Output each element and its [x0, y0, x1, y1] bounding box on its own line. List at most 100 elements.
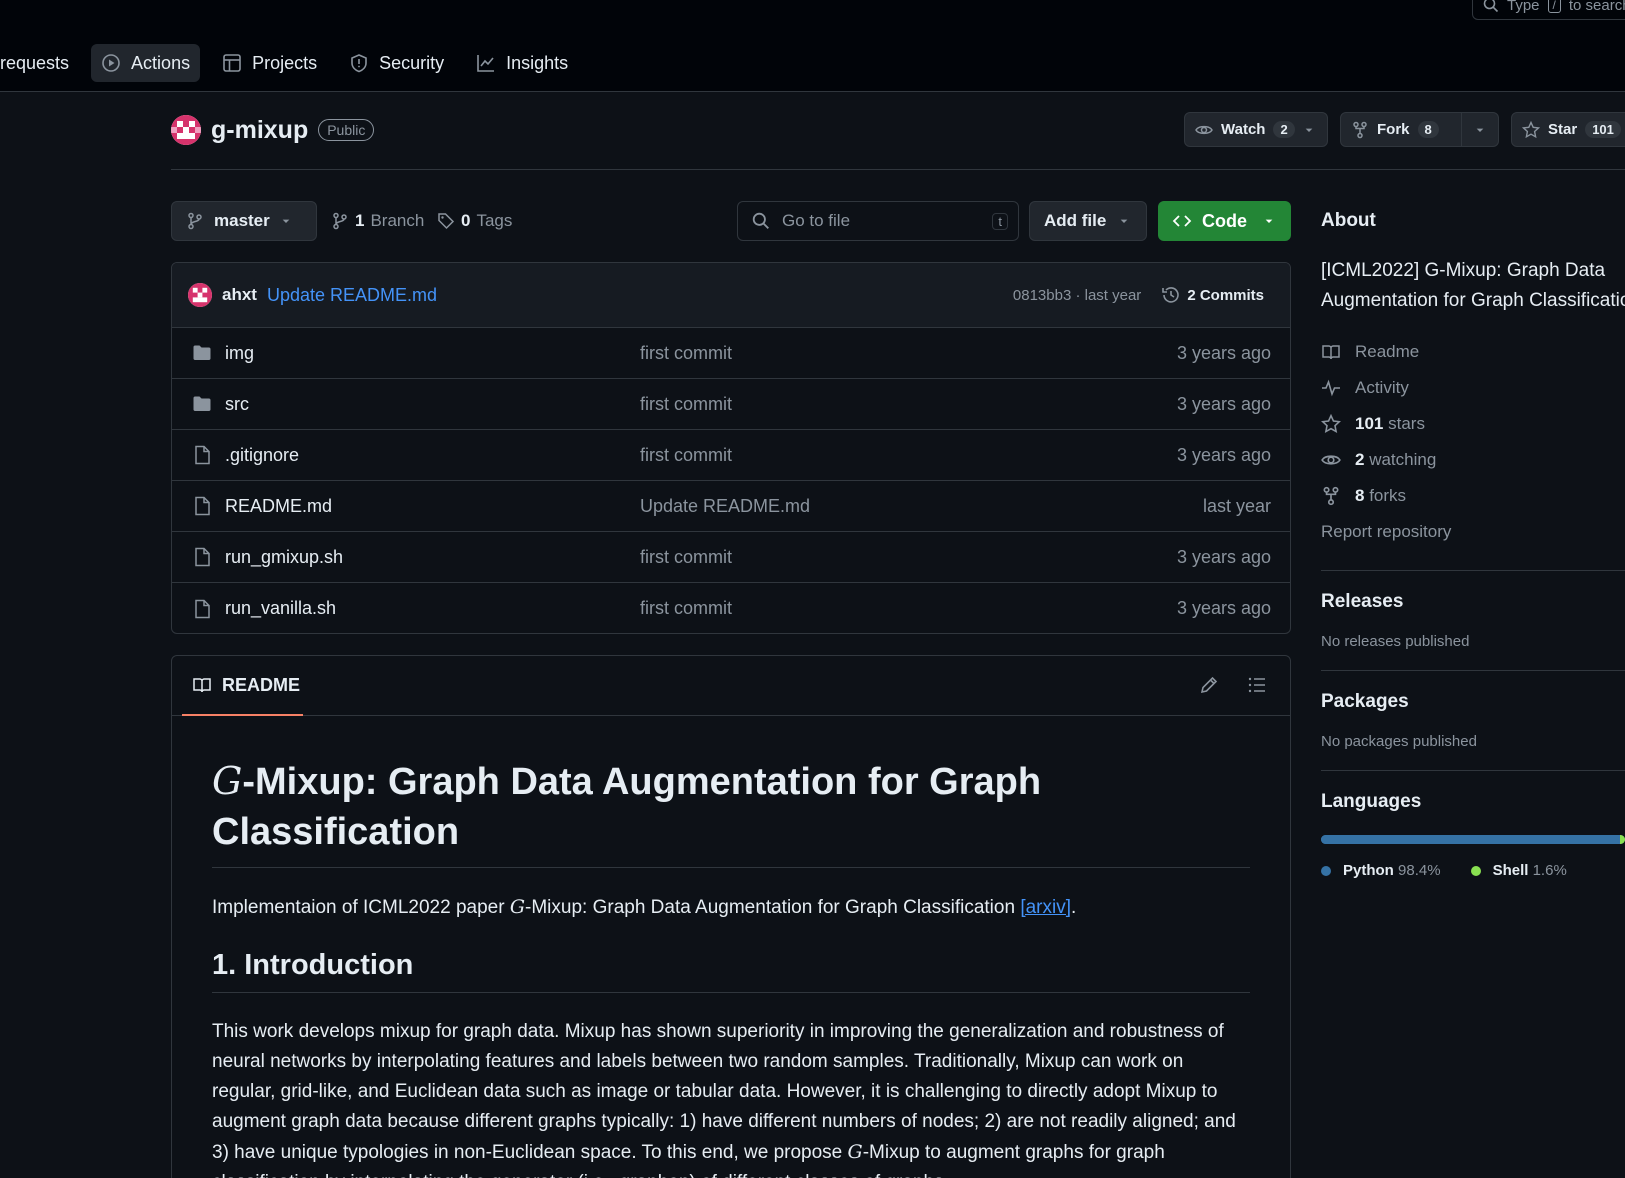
tab-actions[interactable]: Actions — [91, 44, 201, 82]
commit-author[interactable]: ahxt — [222, 285, 257, 305]
branch-icon — [188, 212, 202, 230]
play-icon — [102, 54, 120, 72]
about-links: Readme Activity 101 stars 2 watching 8 f… — [1321, 334, 1625, 550]
stars-count: 101 — [1355, 414, 1384, 433]
branches-label: Branch — [370, 211, 425, 230]
tags-label: Tags — [476, 211, 513, 230]
readme-paragraph: This work develops mixup for graph data.… — [212, 1017, 1250, 1178]
history-icon — [1162, 287, 1180, 303]
commit-hash-time[interactable]: 0813bb3 · last year — [1013, 287, 1141, 304]
tab-label: Security — [379, 52, 445, 73]
code-button[interactable]: Code — [1158, 201, 1291, 241]
file-row[interactable]: run_gmixup.sh first commit 3 years ago — [172, 532, 1290, 583]
language-bar — [1321, 835, 1625, 844]
releases-heading[interactable]: Releases — [1321, 591, 1625, 613]
commit-message-link[interactable]: Update README.md — [267, 285, 437, 306]
branch-icon — [333, 212, 347, 230]
commits-history-link[interactable]: 2 Commits — [1161, 285, 1264, 305]
file-name-link[interactable]: run_gmixup.sh — [225, 547, 343, 568]
chevron-down-icon — [1476, 128, 1484, 132]
branch-selector[interactable]: master — [171, 201, 317, 241]
tab-insights[interactable]: Insights — [466, 44, 578, 82]
avatar[interactable] — [188, 283, 212, 307]
file-name-link[interactable]: .gitignore — [225, 445, 299, 466]
intro-end: . — [1071, 897, 1077, 918]
file-toolbar: master 1 Branch 0 Tags Go to file t Add … — [171, 201, 1291, 241]
branch-name: master — [214, 211, 270, 230]
star-icon — [1522, 120, 1540, 138]
readme-title-text: -Mixup: Graph Data Augmentation for Grap… — [212, 761, 1042, 853]
file-commit-link[interactable]: Update README.md — [640, 496, 810, 517]
intro-post: -Mixup: Graph Data Augmentation for Grap… — [525, 897, 1021, 918]
tags-link[interactable]: 0 Tags — [437, 201, 512, 241]
graph-icon — [477, 55, 495, 72]
file-row[interactable]: src first commit 3 years ago — [172, 379, 1290, 430]
search-shortcut-key: / — [1547, 0, 1561, 13]
file-row[interactable]: .gitignore first commit 3 years ago — [172, 430, 1290, 481]
file-commit-link[interactable]: first commit — [640, 598, 732, 619]
sidebar-divider — [1321, 770, 1625, 771]
branches-count: 1 — [355, 211, 365, 230]
forks-link[interactable]: 8 forks — [1321, 478, 1625, 514]
global-search[interactable]: Type / to search — [1472, 0, 1625, 20]
pencil-icon[interactable] — [1198, 674, 1220, 696]
tab-label: requests — [0, 52, 70, 73]
star-button[interactable]: Star 101 — [1511, 112, 1625, 147]
repo-header: Type / to search requests Actions Projec… — [0, 0, 1625, 92]
file-commit-link[interactable]: first commit — [640, 445, 732, 466]
list-outline-icon[interactable] — [1246, 674, 1268, 696]
file-row[interactable]: img first commit 3 years ago — [172, 328, 1290, 379]
fork-count: 8 — [1417, 121, 1439, 138]
go-to-file-input[interactable]: Go to file t — [737, 201, 1019, 241]
tab-projects[interactable]: Projects — [212, 44, 327, 82]
avatar[interactable] — [171, 115, 201, 145]
file-row[interactable]: README.md Update README.md last year — [172, 481, 1290, 532]
add-file-button[interactable]: Add file — [1029, 201, 1147, 241]
tab-security[interactable]: Security — [339, 44, 454, 82]
file-commit-link[interactable]: first commit — [640, 343, 732, 364]
packages-heading[interactable]: Packages — [1321, 691, 1625, 713]
tab-label: Insights — [506, 52, 569, 73]
file-row[interactable]: run_vanilla.sh first commit 3 years ago — [172, 583, 1290, 633]
intro-pre: Implementaion of ICML2022 paper — [212, 897, 510, 918]
language-name: Python — [1343, 862, 1394, 879]
sidebar-divider — [1321, 670, 1625, 671]
file-name-link[interactable]: run_vanilla.sh — [225, 598, 336, 619]
language-list: Python 98.4% Shell 1.6% — [1321, 862, 1625, 879]
fork-label: Fork — [1377, 121, 1410, 138]
watch-button[interactable]: Watch 2 — [1184, 112, 1328, 147]
star-icon — [1321, 414, 1341, 434]
readme-tools — [1198, 674, 1268, 696]
report-repository-link[interactable]: Report repository — [1321, 514, 1625, 550]
language-color-dot — [1470, 865, 1481, 876]
branches-link[interactable]: 1 Branch — [331, 201, 424, 241]
activity-link[interactable]: Activity — [1321, 370, 1625, 406]
stars-link[interactable]: 101 stars — [1321, 406, 1625, 442]
math-symbol: G — [847, 1141, 863, 1163]
language-item[interactable]: Shell 1.6% — [1470, 862, 1567, 879]
watching-link[interactable]: 2 watching — [1321, 442, 1625, 478]
file-name-link[interactable]: img — [225, 343, 254, 364]
about-line: Augmentation for Graph Classification — [1321, 290, 1625, 311]
file-commit-link[interactable]: first commit — [640, 394, 732, 415]
language-color-dot — [1321, 865, 1331, 876]
fork-dropdown-button[interactable] — [1462, 112, 1499, 147]
fork-icon — [1323, 486, 1339, 506]
file-commit-link[interactable]: first commit — [640, 547, 732, 568]
readme-link[interactable]: Readme — [1321, 334, 1625, 370]
chevron-down-icon — [1265, 219, 1273, 223]
packages-empty-text: No packages published — [1321, 733, 1477, 750]
languages-heading: Languages — [1321, 791, 1422, 812]
file-name-link[interactable]: README.md — [225, 496, 332, 517]
tab-readme[interactable]: README — [182, 656, 303, 716]
file-name-link[interactable]: src — [225, 394, 249, 415]
search-suffix: to search — [1568, 0, 1625, 14]
tab-pull-requests[interactable]: requests — [0, 44, 79, 82]
arxiv-link[interactable]: [arxiv] — [1020, 897, 1071, 918]
repo-name[interactable]: g-mixup — [211, 116, 308, 145]
fork-button[interactable]: Fork 8 — [1340, 112, 1462, 147]
tab-label: Projects — [252, 52, 318, 73]
language-item[interactable]: Python 98.4% — [1321, 862, 1441, 879]
file-time: 3 years ago — [1176, 342, 1271, 363]
file-time: 3 years ago — [1176, 393, 1271, 414]
